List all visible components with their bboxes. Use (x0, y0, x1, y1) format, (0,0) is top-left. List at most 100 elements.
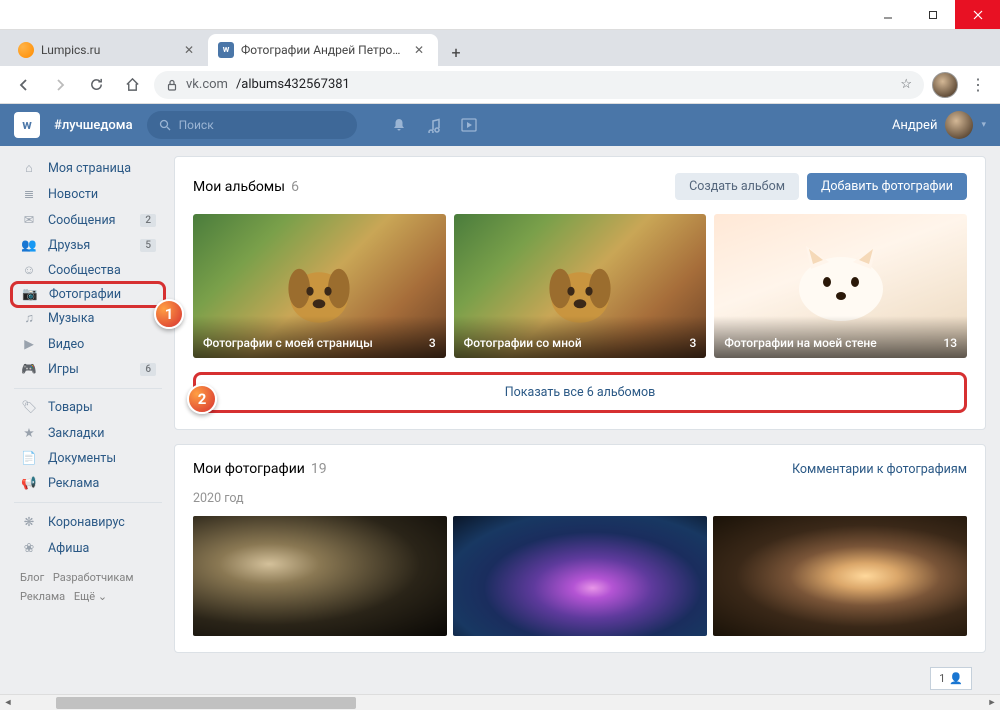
browser-toolbar: vk.com/albums432567381 ☆ ⋮ (0, 66, 1000, 104)
scroll-right-icon[interactable]: ► (984, 697, 1000, 708)
photo-thumbnail[interactable] (193, 516, 447, 636)
year-label: 2020 год (193, 491, 967, 506)
album-count: 13 (943, 336, 957, 350)
album-title: Фотографии на моей стене (724, 336, 876, 350)
footer-dev[interactable]: Разработчикам (53, 571, 134, 584)
sidebar-item-docs[interactable]: 📄Документы (14, 446, 162, 471)
music-icon: ♫ (20, 311, 38, 326)
friends-online-widget[interactable]: 1 👤 (930, 667, 972, 690)
scroll-left-icon[interactable]: ◄ (0, 697, 16, 708)
forward-button[interactable] (46, 71, 74, 99)
badge: 2 (140, 214, 156, 227)
separator (14, 502, 162, 503)
friends-count: 1 (939, 672, 945, 685)
album-thumbnail (781, 234, 901, 324)
ads-icon: 📢 (20, 476, 38, 491)
album-count: 3 (690, 336, 697, 350)
footer-blog[interactable]: Блог (20, 571, 44, 584)
url-path: /albums432567381 (236, 77, 350, 92)
album-card[interactable]: Фотографии со мной 3 (454, 214, 707, 358)
album-title: Фотографии с моей страницы (203, 336, 373, 350)
sidebar-item-events[interactable]: ❀Афиша (14, 535, 162, 561)
market-icon: 🏷 (20, 400, 38, 415)
tab-favicon: w (218, 42, 234, 58)
album-title: Фотографии со мной (464, 336, 582, 350)
photos-title: Мои фотографии (193, 461, 305, 477)
browser-tab-active[interactable]: w Фотографии Андрей Петров – 6 ✕ (208, 34, 438, 66)
photo-comments-link[interactable]: Комментарии к фотографиям (792, 462, 967, 477)
sidebar-item-news[interactable]: ≣Новости (14, 181, 162, 207)
close-icon[interactable]: ✕ (414, 43, 428, 57)
music-icon[interactable] (427, 117, 441, 133)
browser-profile-avatar[interactable] (932, 72, 958, 98)
sidebar-item-bookmarks[interactable]: ★Закладки (14, 420, 162, 446)
vk-logo[interactable]: w (14, 112, 40, 138)
scroll-thumb[interactable] (56, 697, 356, 709)
browser-tab[interactable]: Lumpics.ru ✕ (8, 34, 208, 66)
window-minimize[interactable] (865, 0, 910, 29)
albums-count: 6 (291, 179, 299, 195)
sidebar-item-friends[interactable]: 👥Друзья5 (14, 233, 162, 258)
home-button[interactable] (118, 71, 146, 99)
sidebar-item-market[interactable]: 🏷Товары (14, 395, 162, 420)
video-icon: ▶ (20, 336, 38, 352)
user-menu[interactable]: Андрей ▾ (892, 111, 986, 139)
tab-title: Lumpics.ru (41, 43, 177, 57)
reload-button[interactable] (82, 71, 110, 99)
friends-icon: 👥 (20, 238, 38, 253)
header-hashtag[interactable]: #лучшедома (54, 118, 133, 133)
album-card[interactable]: Фотографии с моей страницы 3 (193, 214, 446, 358)
badge: 6 (140, 363, 156, 376)
user-avatar (945, 111, 973, 139)
window-close[interactable] (955, 0, 1000, 29)
album-count: 3 (429, 336, 436, 350)
photos-panel: Мои фотографии 19 Комментарии к фотограф… (174, 444, 986, 653)
search-icon (159, 119, 171, 131)
url-domain: vk.com (186, 77, 228, 92)
search-input[interactable]: Поиск (147, 111, 357, 139)
groups-icon: ☺ (20, 263, 38, 278)
bookmark-icon[interactable]: ☆ (900, 77, 912, 92)
lock-icon (166, 79, 178, 91)
sidebar-item-games[interactable]: 🎮Игры6 (14, 357, 162, 382)
create-album-button[interactable]: Создать альбом (675, 173, 799, 200)
window-maximize[interactable] (910, 0, 955, 29)
person-icon: 👤 (949, 672, 963, 685)
annotation-marker-1: 1 (154, 299, 184, 329)
photos-count: 19 (311, 461, 327, 477)
album-card[interactable]: Фотографии на моей стене 13 (714, 214, 967, 358)
sidebar-item-covid[interactable]: ❋Коронавирус (14, 509, 162, 535)
sidebar-item-music[interactable]: ♫Музыка (14, 306, 162, 331)
play-icon[interactable] (461, 117, 477, 133)
footer-more[interactable]: Ещё ⌄ (74, 590, 107, 603)
sidebar-item-profile[interactable]: ⌂Моя страница (14, 156, 162, 181)
sidebar-item-photos[interactable]: 📷Фотографии (10, 281, 166, 308)
tab-favicon (18, 42, 34, 58)
annotation-marker-2: 2 (187, 384, 217, 414)
notifications-icon[interactable] (391, 117, 407, 133)
badge: 5 (140, 239, 156, 252)
add-photos-button[interactable]: Добавить фотографии (807, 173, 967, 200)
sidebar-item-ads[interactable]: 📢Реклама (14, 471, 162, 496)
albums-panel: Мои альбомы 6 Создать альбом Добавить фо… (174, 156, 986, 430)
horizontal-scrollbar[interactable]: ◄ ► (0, 694, 1000, 710)
albums-title: Мои альбомы (193, 179, 285, 195)
games-icon: 🎮 (20, 362, 38, 377)
close-icon[interactable]: ✕ (184, 43, 198, 57)
footer-ads[interactable]: Реклама (20, 590, 65, 603)
docs-icon: 📄 (20, 451, 38, 466)
virus-icon: ❋ (20, 514, 38, 530)
photo-thumbnail[interactable] (453, 516, 707, 636)
sidebar-item-messages[interactable]: ✉Сообщения2 (14, 207, 162, 233)
sidebar-item-groups[interactable]: ☺Сообщества (14, 258, 162, 283)
camera-icon: 📷 (21, 287, 39, 302)
photo-thumbnail[interactable] (713, 516, 967, 636)
browser-menu-button[interactable]: ⋮ (966, 75, 990, 94)
address-bar[interactable]: vk.com/albums432567381 ☆ (154, 71, 924, 99)
browser-tab-strip: Lumpics.ru ✕ w Фотографии Андрей Петров … (0, 30, 1000, 66)
back-button[interactable] (10, 71, 38, 99)
message-icon: ✉ (20, 212, 38, 228)
new-tab-button[interactable]: + (442, 38, 470, 66)
sidebar-item-video[interactable]: ▶Видео (14, 331, 162, 357)
show-all-albums-link[interactable]: Показать все 6 альбомов (193, 372, 967, 413)
